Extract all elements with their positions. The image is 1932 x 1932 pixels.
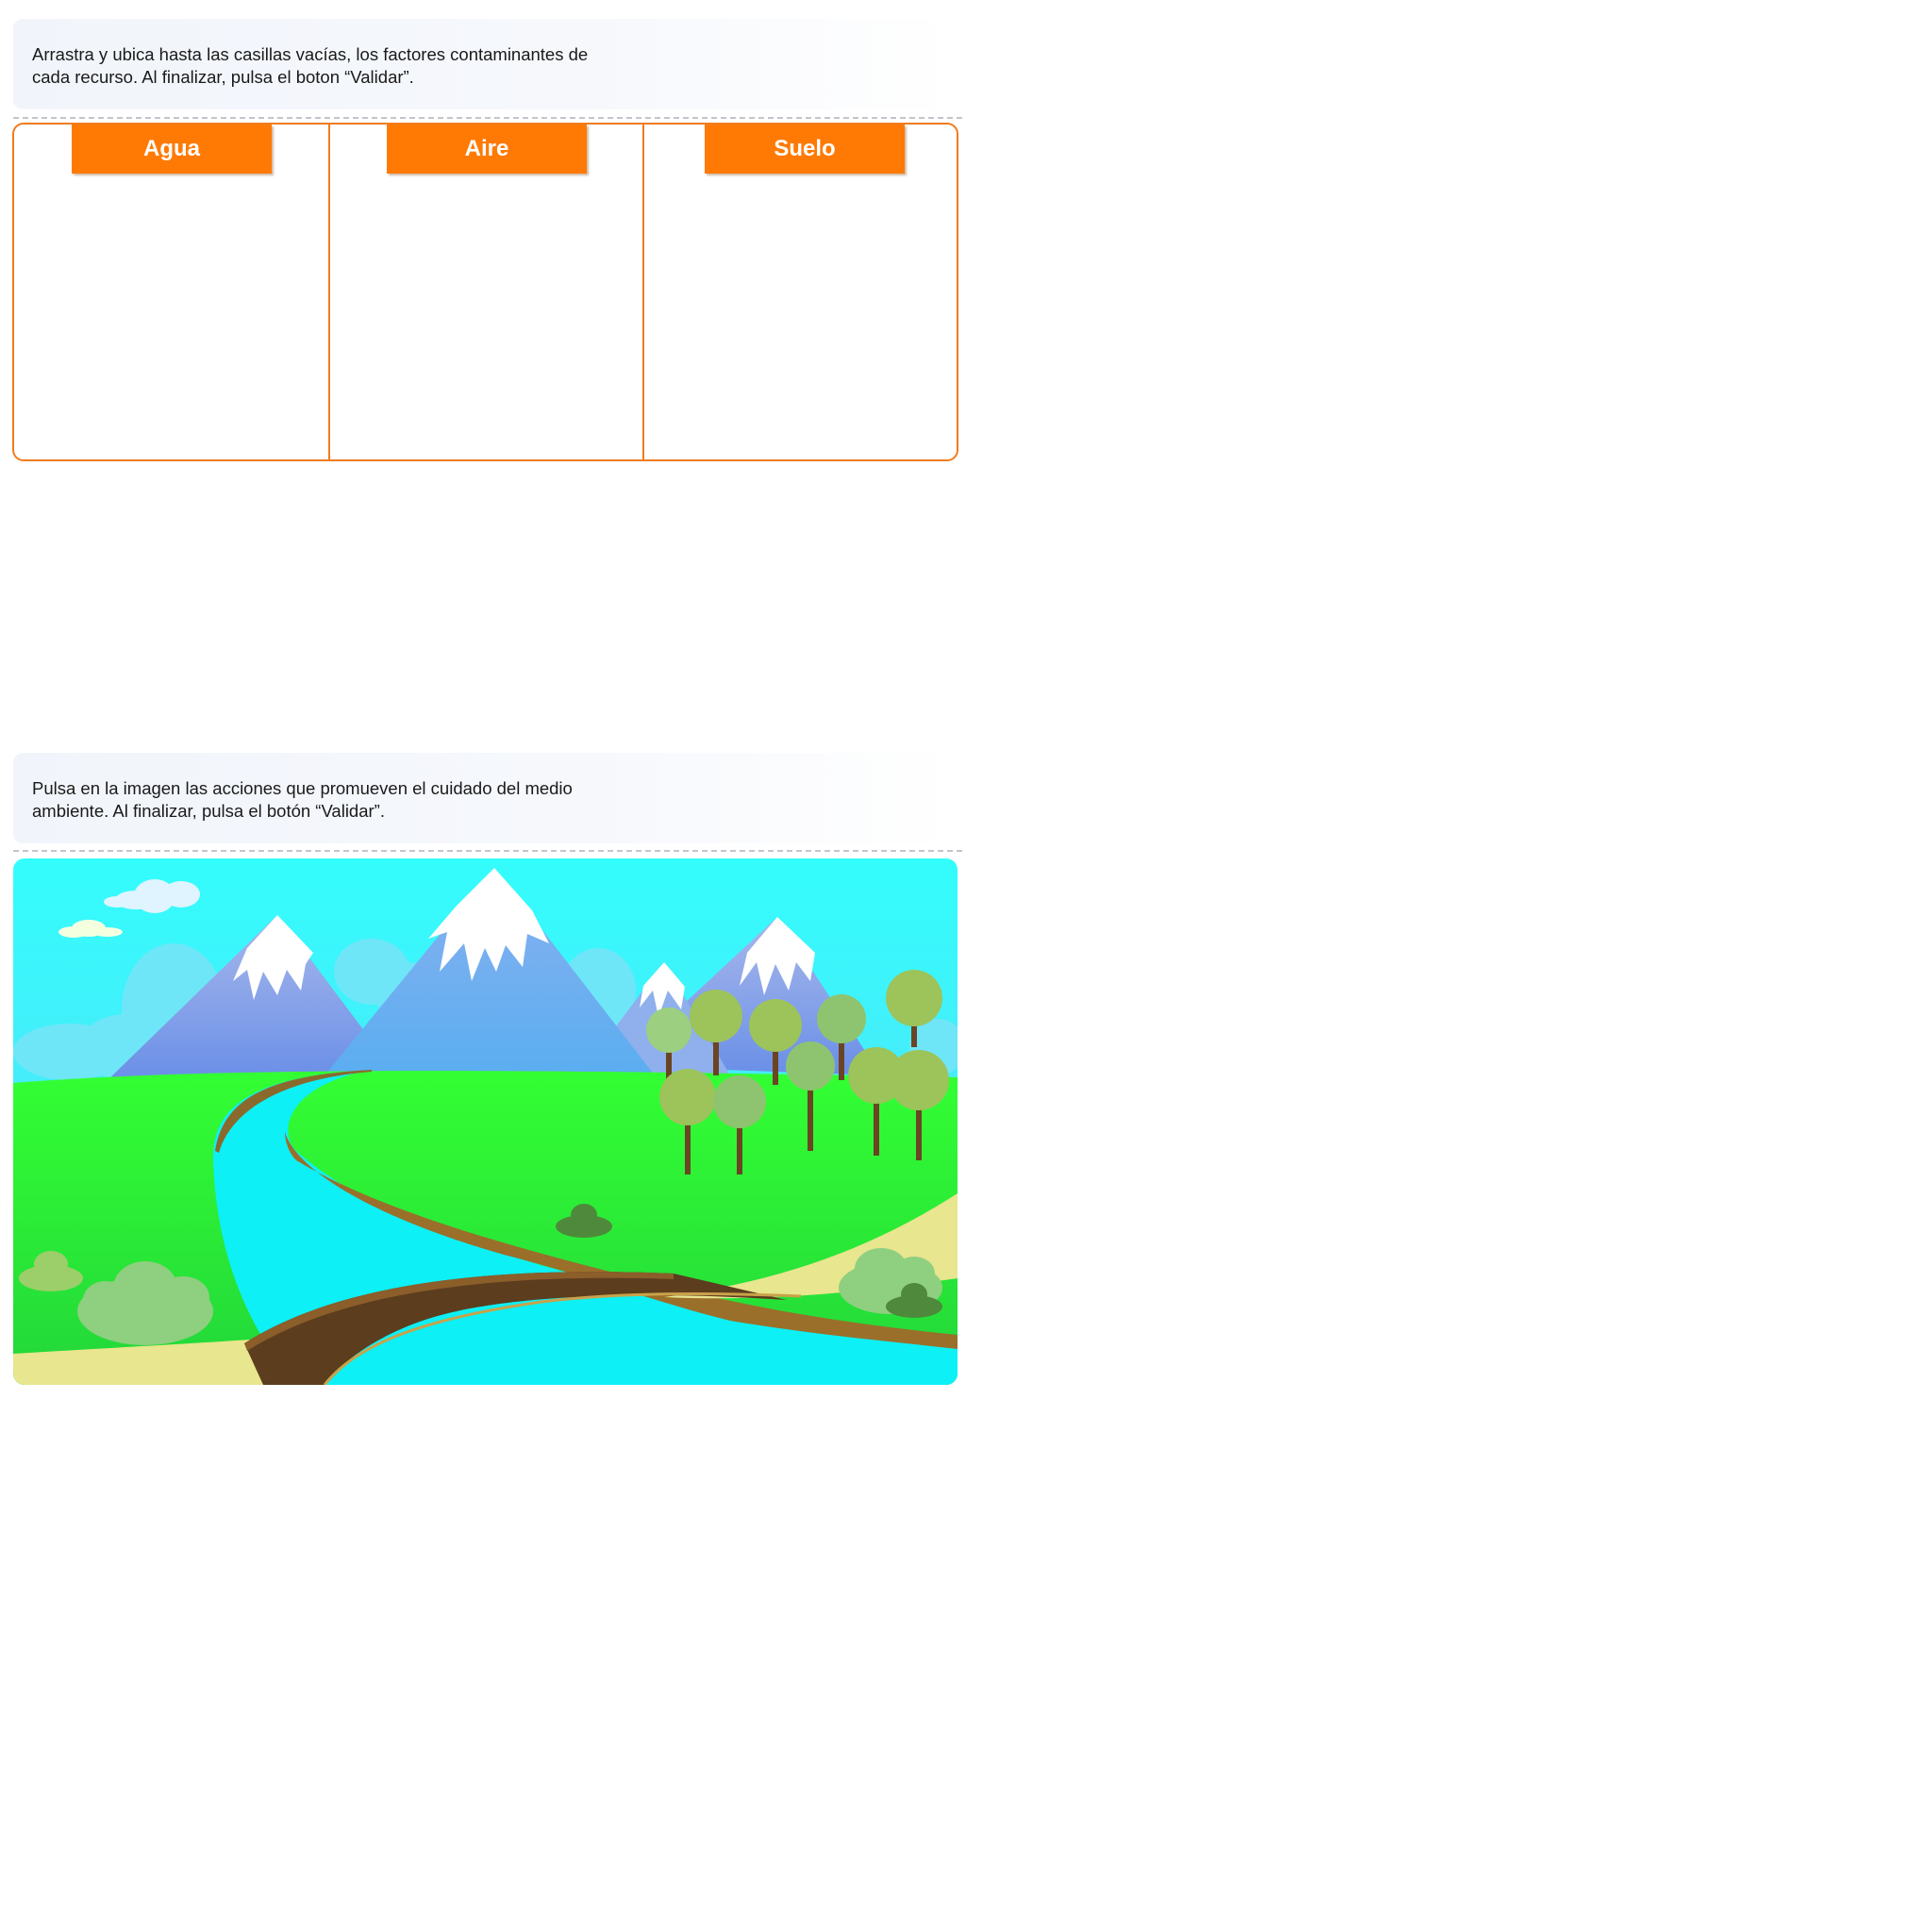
divider <box>13 850 962 852</box>
divider <box>13 117 962 119</box>
instruction-line: cada recurso. Al finalizar, pulsa el bot… <box>32 67 414 87</box>
drop-zone-aire[interactable] <box>349 185 624 446</box>
column-header-suelo: Suelo <box>705 125 905 174</box>
instruction-drag-drop: Arrastra y ubica hasta las casillas vací… <box>13 19 957 109</box>
drop-board: Agua Aire Suelo <box>12 123 958 461</box>
instruction-line: ambiente. Al finalizar, pulsa el botón “… <box>32 801 385 821</box>
instruction-line: Arrastra y ubica hasta las casillas vací… <box>32 44 589 64</box>
column-agua: Agua <box>14 125 328 459</box>
landscape-scene[interactable] <box>13 858 958 1385</box>
column-header-agua: Agua <box>72 125 272 174</box>
drop-zone-suelo[interactable] <box>663 185 938 446</box>
drop-zone-agua[interactable] <box>33 185 309 446</box>
instruction-click-image: Pulsa en la imagen las acciones que prom… <box>13 753 957 843</box>
column-header-aire: Aire <box>387 125 587 174</box>
column-suelo: Suelo <box>642 125 957 459</box>
instruction-line: Pulsa en la imagen las acciones que prom… <box>32 778 573 798</box>
column-aire: Aire <box>328 125 642 459</box>
